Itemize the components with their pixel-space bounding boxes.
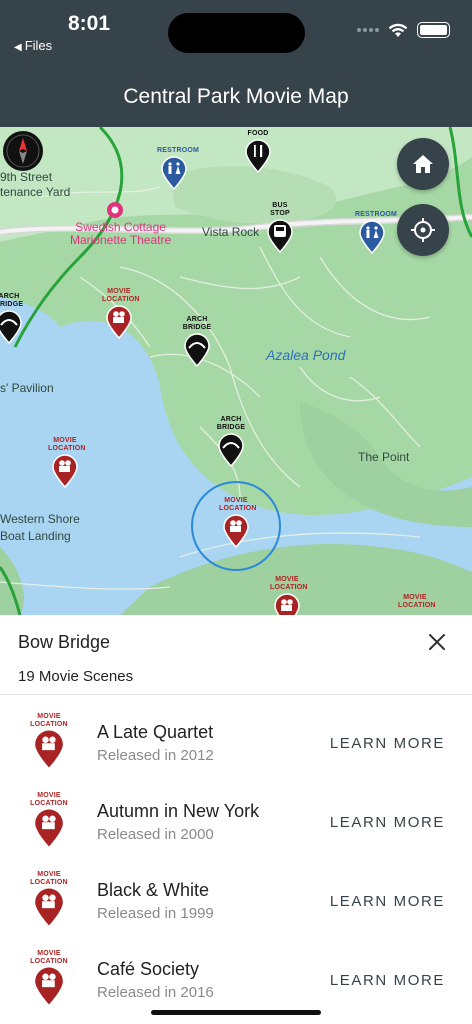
movie-pin-label: MOVIE LOCATION: [270, 576, 308, 591]
wifi-icon: [388, 23, 408, 37]
movie-pin-label: MOVIE LOCATION: [30, 950, 68, 965]
arch-bridge-pin-label: ARCH BRIDGE: [182, 316, 212, 331]
restroom-icon: [359, 220, 385, 254]
movie-title: A Late Quartet: [97, 722, 214, 742]
movie-location-pin[interactable]: MOVIE LOCATION: [102, 288, 140, 339]
learn-more-button[interactable]: LEARN MORE: [330, 972, 445, 989]
cellular-signal-icon: [357, 28, 379, 32]
map-label-vista-rock: Vista Rock: [202, 225, 260, 239]
map-label-western-shore: Western Shore Boat Landing: [0, 512, 80, 543]
movie-title: Café Society: [97, 959, 200, 979]
bridge-icon: [184, 333, 210, 367]
home-icon: [413, 155, 433, 173]
movie-location-pin[interactable]: MOVIE LOCATION: [270, 576, 308, 615]
food-pin[interactable]: FOOD: [241, 130, 275, 173]
restroom-pin-label: RESTROOM: [355, 211, 398, 218]
bus-stop-pin-label: BUS STOP: [270, 202, 290, 217]
bus-stop-pin[interactable]: BUS STOP: [263, 202, 297, 253]
restroom-pin-label: RESTROOM: [157, 147, 200, 154]
status-indicators: [357, 22, 450, 38]
movie-pin-label: MOVIE LOCATION: [398, 594, 436, 609]
location-detail-sheet: Bow Bridge 19 Movie Scenes MOVIE LOCATIO…: [0, 615, 472, 1024]
movie-location-pin: MOVIE LOCATION: [24, 713, 74, 769]
back-to-app-link[interactable]: ◀ Files: [14, 38, 52, 53]
movie-location-pin: MOVIE LOCATION: [24, 950, 74, 1006]
movie-location-pin: MOVIE LOCATION: [24, 871, 74, 927]
map-label-azalea-pond: Azalea Pond: [266, 347, 346, 363]
restroom-icon: [161, 156, 187, 190]
learn-more-button[interactable]: LEARN MORE: [330, 735, 445, 752]
camera-icon: [35, 967, 63, 1005]
movie-release: Released in 2016: [97, 984, 214, 1001]
movie-location-pin[interactable]: MOVIE LOCATION: [48, 437, 86, 488]
scene-count: 19 Movie Scenes: [18, 668, 134, 685]
location-title: Bow Bridge: [18, 632, 111, 652]
home-button[interactable]: [397, 138, 449, 190]
home-indicator[interactable]: [151, 1010, 321, 1015]
map-label-street: 9th Street: [0, 170, 53, 184]
list-item[interactable]: MOVIE LOCATION Black & White Released in…: [0, 868, 472, 947]
arch-bridge-pin-label: ARCH BRIDGE: [0, 293, 24, 308]
close-icon[interactable]: [426, 631, 448, 653]
food-pin-label: FOOD: [247, 130, 269, 137]
bridge-icon: [218, 433, 244, 467]
fork-knife-icon: [245, 139, 271, 173]
list-item[interactable]: MOVIE LOCATION Autumn in New York Releas…: [0, 789, 472, 868]
restroom-pin[interactable]: RESTROOM: [355, 211, 398, 254]
camera-icon: [52, 454, 78, 488]
app-header: 8:01 ◀ Files Central Park Movie Map: [0, 0, 472, 127]
map-label-yard: tenance Yard: [0, 185, 71, 199]
learn-more-button[interactable]: LEARN MORE: [330, 814, 445, 831]
camera-icon: [35, 809, 63, 847]
arch-bridge-pin[interactable]: ARCH BRIDGE: [214, 416, 248, 467]
camera-icon: [35, 888, 63, 926]
status-time: 8:01: [68, 12, 111, 35]
camera-icon: [274, 593, 300, 615]
bridge-icon: [0, 310, 22, 344]
movie-pin-label: MOVIE LOCATION: [30, 871, 68, 886]
movie-release: Released in 1999: [97, 905, 214, 922]
crosshair-icon: [411, 218, 435, 242]
page-title: Central Park Movie Map: [123, 85, 349, 108]
dynamic-island: [168, 13, 305, 53]
movie-title: Autumn in New York: [97, 801, 260, 821]
map-label-the-point: The Point: [358, 450, 410, 464]
list-item[interactable]: MOVIE LOCATION A Late Quartet Released i…: [0, 710, 472, 789]
compass-icon[interactable]: [2, 130, 44, 172]
movie-pin-label: MOVIE LOCATION: [30, 713, 68, 728]
park-map[interactable]: 9th Street tenance Yard Swedish Cottage …: [0, 127, 472, 615]
theatre-icon: [107, 202, 123, 218]
map-label-pavilion: s' Pavilion: [0, 381, 54, 395]
movie-location-pin: MOVIE LOCATION: [24, 792, 74, 848]
learn-more-button[interactable]: LEARN MORE: [330, 893, 445, 910]
locate-me-button[interactable]: [397, 204, 449, 256]
movie-title: Black & White: [97, 880, 210, 900]
restroom-pin[interactable]: RESTROOM: [157, 147, 200, 190]
camera-icon: [106, 305, 132, 339]
back-app-label: Files: [24, 38, 53, 53]
movie-pin-label: MOVIE LOCATION: [102, 288, 140, 303]
arch-bridge-pin[interactable]: ARCH BRIDGE: [0, 293, 26, 344]
camera-icon: [223, 514, 249, 548]
back-arrow-icon: ◀: [14, 42, 22, 53]
movie-pin-label: MOVIE LOCATION: [48, 437, 86, 452]
movie-pin-label: MOVIE LOCATION: [30, 792, 68, 807]
movie-pin-label: MOVIE LOCATION: [219, 497, 257, 512]
movie-location-pin[interactable]: MOVIE LOCATION: [398, 594, 436, 610]
movie-location-pin-selected[interactable]: MOVIE LOCATION: [219, 497, 257, 548]
bus-icon: [267, 219, 293, 253]
battery-icon: [417, 22, 450, 38]
arch-bridge-pin-label: ARCH BRIDGE: [216, 416, 246, 431]
movie-release: Released in 2000: [97, 826, 214, 843]
divider: [0, 694, 472, 695]
camera-icon: [35, 730, 63, 768]
map-label-marionette: Swedish Cottage Marionette Theatre: [70, 220, 172, 247]
arch-bridge-pin[interactable]: ARCH BRIDGE: [180, 316, 214, 367]
movie-release: Released in 2012: [97, 747, 214, 764]
